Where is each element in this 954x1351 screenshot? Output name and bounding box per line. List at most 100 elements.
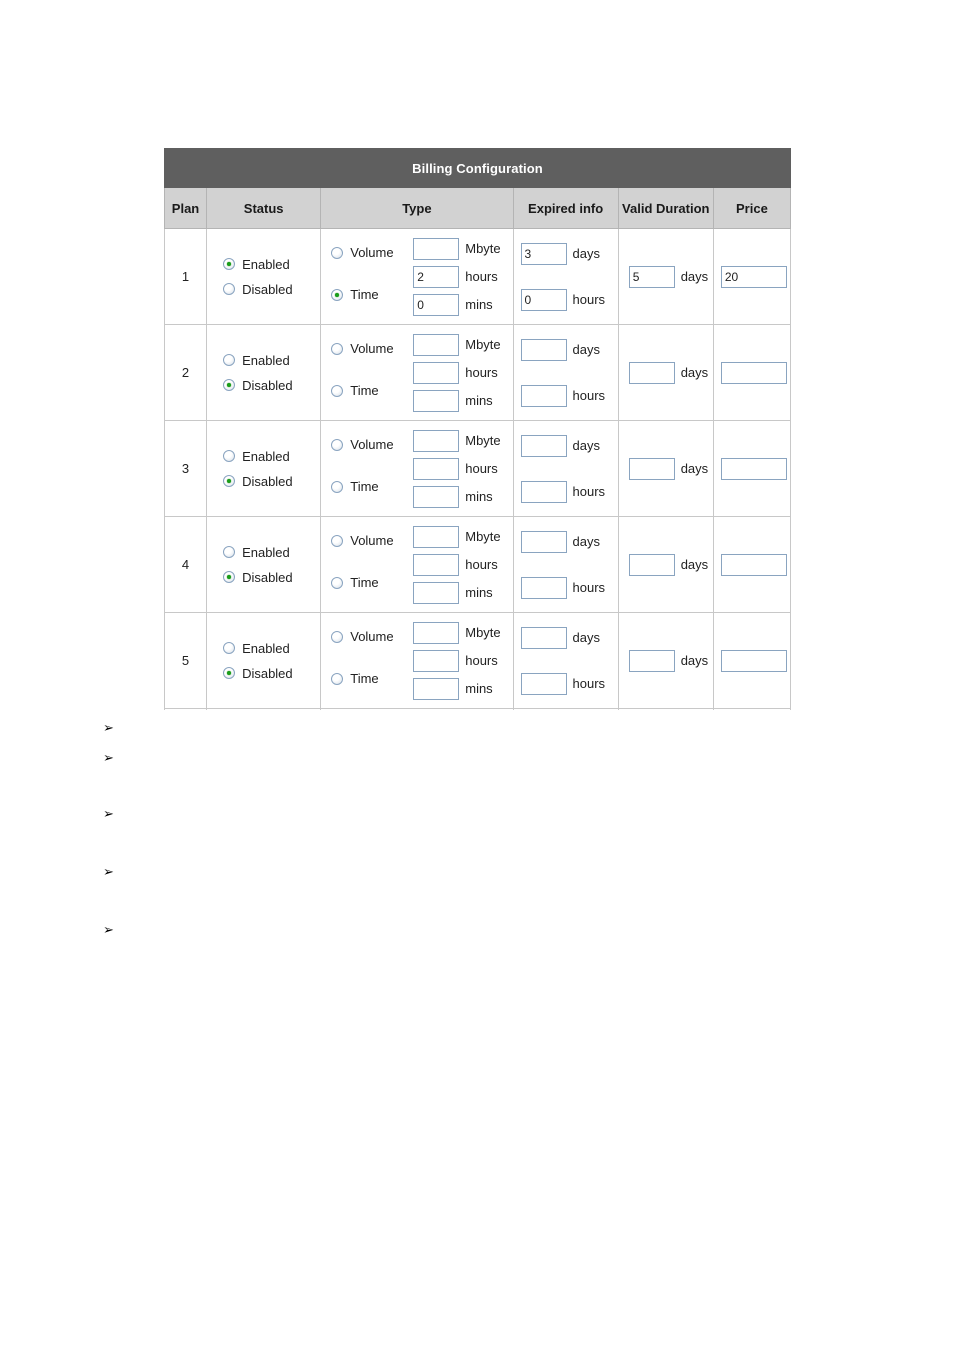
radio-type-volume[interactable] — [331, 342, 344, 355]
input-price[interactable] — [720, 265, 787, 288]
input-expired-days[interactable] — [520, 530, 567, 553]
status-option-enabled[interactable]: Enabled — [223, 348, 320, 373]
input-valid-days[interactable] — [628, 361, 675, 384]
input-time-hours[interactable] — [413, 457, 460, 480]
input-price[interactable] — [720, 457, 787, 480]
input-expired-hours[interactable] — [520, 576, 567, 599]
status-option-disabled[interactable]: Disabled — [223, 277, 320, 302]
input-time-hours[interactable] — [413, 649, 460, 672]
input-expired-hours[interactable] — [520, 672, 567, 695]
input-time-mins[interactable] — [413, 293, 460, 316]
column-header-plan: Plan — [164, 187, 208, 229]
input-valid-days[interactable] — [628, 649, 675, 672]
radio-type-time[interactable] — [331, 288, 344, 301]
input-volume-mbyte[interactable] — [413, 525, 460, 548]
radio-status-enabled[interactable] — [223, 450, 236, 462]
type-option-volume[interactable]: Volume — [331, 619, 413, 655]
input-time-hours[interactable] — [413, 553, 460, 576]
radio-status-enabled[interactable] — [223, 354, 236, 366]
radio-status-disabled[interactable] — [223, 379, 236, 391]
field-time-hours: hours — [413, 361, 500, 384]
input-price[interactable] — [720, 361, 787, 384]
input-expired-days[interactable] — [520, 434, 567, 457]
radio-type-volume[interactable] — [331, 438, 344, 451]
type-option-volume[interactable]: Volume — [331, 235, 413, 271]
radio-status-disabled[interactable] — [223, 283, 236, 295]
unit-valid-days: days — [680, 461, 709, 476]
label-status-disabled: Disabled — [242, 281, 293, 297]
input-valid-days[interactable] — [628, 265, 675, 288]
expired-stack: days hours — [520, 242, 618, 311]
field-volume-mbyte: Mbyte — [413, 237, 501, 260]
cell-partial-status — [206, 708, 322, 710]
field-valid-days: days — [628, 361, 713, 384]
input-valid-days[interactable] — [628, 553, 675, 576]
type-option-volume[interactable]: Volume — [331, 523, 413, 559]
type-option-time[interactable]: Time — [331, 367, 413, 415]
status-option-enabled[interactable]: Enabled — [223, 252, 320, 277]
cell-expired-info: days hours — [512, 228, 619, 325]
radio-status-enabled[interactable] — [223, 642, 236, 654]
type-option-time[interactable]: Time — [331, 655, 413, 703]
input-time-mins[interactable] — [413, 581, 460, 604]
status-option-disabled[interactable]: Disabled — [223, 565, 320, 590]
status-option-disabled[interactable]: Disabled — [223, 469, 320, 494]
field-time-hours: hours — [413, 553, 500, 576]
input-expired-hours[interactable] — [520, 384, 567, 407]
table-header-row: Plan Status Type Expired info Valid Duration… — [164, 187, 791, 229]
status-option-enabled[interactable]: Enabled — [223, 444, 320, 469]
status-option-enabled[interactable]: Enabled — [223, 636, 320, 661]
input-expired-days[interactable] — [520, 242, 567, 265]
input-expired-hours[interactable] — [520, 288, 567, 311]
input-price[interactable] — [720, 553, 787, 576]
input-expired-days[interactable] — [520, 626, 567, 649]
type-field-column: Mbyte hours mins — [413, 525, 501, 604]
table-row: 4 Enabled Disabled Volume Time Mbyte hours mins… — [164, 516, 791, 613]
unit-mbyte: Mbyte — [465, 241, 501, 256]
radio-type-volume[interactable] — [331, 630, 344, 643]
type-grid: Volume Time Mbyte hours mins — [331, 523, 512, 607]
input-price[interactable] — [720, 649, 787, 672]
cell-price — [712, 420, 791, 517]
status-option-disabled[interactable]: Disabled — [223, 661, 320, 686]
radio-type-time[interactable] — [331, 576, 344, 589]
radio-status-enabled[interactable] — [223, 546, 236, 558]
input-time-mins[interactable] — [413, 389, 460, 412]
type-field-column: Mbyte hours mins — [413, 237, 501, 316]
type-option-time[interactable]: Time — [331, 559, 413, 607]
cell-type: Volume Time Mbyte hours mins — [320, 324, 514, 421]
input-time-mins[interactable] — [413, 677, 460, 700]
input-expired-days[interactable] — [520, 338, 567, 361]
input-expired-hours[interactable] — [520, 480, 567, 503]
radio-status-disabled[interactable] — [223, 475, 236, 487]
radio-type-volume[interactable] — [331, 534, 344, 547]
input-time-mins[interactable] — [413, 485, 460, 508]
cell-status: Enabled Disabled — [206, 228, 322, 325]
type-option-volume[interactable]: Volume — [331, 331, 413, 367]
field-time-mins: mins — [413, 293, 500, 316]
radio-type-time[interactable] — [331, 672, 344, 685]
arrow-bullet-icon: ➢ — [103, 806, 114, 822]
input-time-hours[interactable] — [413, 361, 460, 384]
type-option-volume[interactable]: Volume — [331, 427, 413, 463]
field-expired-hours: hours — [520, 384, 618, 407]
input-volume-mbyte[interactable] — [413, 621, 460, 644]
radio-type-time[interactable] — [331, 384, 344, 397]
field-expired-hours: hours — [520, 288, 618, 311]
radio-status-disabled[interactable] — [223, 667, 236, 679]
status-option-disabled[interactable]: Disabled — [223, 373, 320, 398]
input-volume-mbyte[interactable] — [413, 429, 460, 452]
type-option-time[interactable]: Time — [331, 271, 413, 319]
list-item: ➢ — [103, 922, 903, 938]
status-option-enabled[interactable]: Enabled — [223, 540, 320, 565]
radio-status-disabled[interactable] — [223, 571, 236, 583]
input-valid-days[interactable] — [628, 457, 675, 480]
field-time-mins: mins — [413, 389, 500, 412]
radio-type-time[interactable] — [331, 480, 344, 493]
type-option-time[interactable]: Time — [331, 463, 413, 511]
input-volume-mbyte[interactable] — [413, 237, 460, 260]
input-volume-mbyte[interactable] — [413, 333, 460, 356]
radio-status-enabled[interactable] — [223, 258, 236, 270]
input-time-hours[interactable] — [413, 265, 460, 288]
radio-type-volume[interactable] — [331, 246, 344, 259]
